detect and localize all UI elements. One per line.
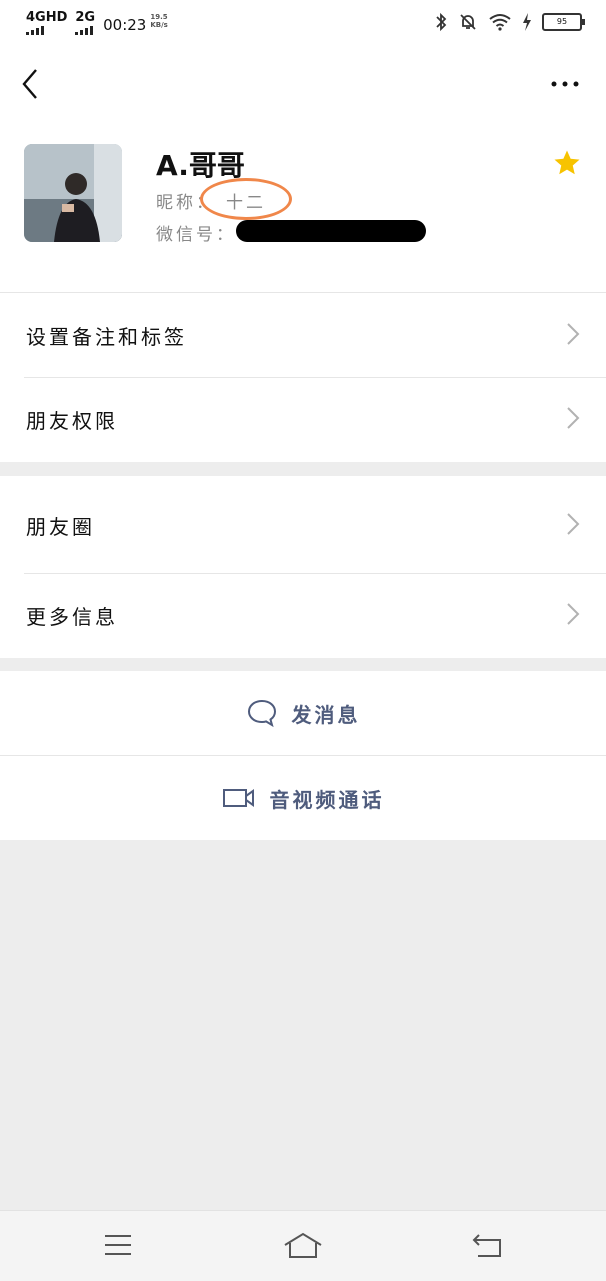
menu-item-label: 设置备注和标签: [26, 325, 187, 349]
signal-bars-icon: [75, 26, 94, 35]
menu-section-1: 设置备注和标签 朋友权限: [0, 292, 606, 462]
avatar-photo: [24, 144, 122, 242]
video-camera-icon: [222, 789, 254, 807]
network-speed-unit: KB/s: [150, 21, 168, 29]
profile-card: A.哥哥 昵称： 十二 微信号：: [0, 120, 606, 292]
battery-icon: 95: [542, 13, 585, 31]
chevron-right-icon: [567, 407, 580, 429]
video-call-button[interactable]: 音视频通话: [0, 756, 606, 840]
star-icon[interactable]: [552, 148, 582, 178]
chevron-right-icon: [567, 323, 580, 345]
redacted-wechat-id: [236, 220, 426, 242]
signal-2: 2G: [75, 10, 95, 35]
network-speed-value: 19.5: [150, 13, 168, 21]
network-speed: 19.5 KB/s: [150, 13, 167, 29]
network-type-2: 2G: [75, 10, 96, 25]
annotation-circle: [200, 178, 292, 220]
menu-section-2: 朋友圈 更多信息: [0, 476, 606, 658]
status-bar: 4GHD 2G 00:23 19.5 KB/s 95: [0, 0, 606, 50]
wifi-icon: [489, 14, 511, 31]
chevron-right-icon: [567, 603, 580, 625]
home-icon[interactable]: [282, 1231, 324, 1261]
system-nav-bar: [0, 1210, 606, 1281]
charging-icon: [523, 13, 531, 31]
menu-item-moments[interactable]: 朋友圈: [0, 476, 606, 572]
avatar[interactable]: [24, 144, 122, 242]
menu-item-label: 更多信息: [26, 605, 118, 629]
status-left: 4GHD 2G 00:23 19.5 KB/s: [26, 10, 168, 35]
mute-bell-icon: [460, 14, 476, 30]
video-call-label: 音视频通话: [269, 787, 385, 812]
send-message-button[interactable]: 发消息: [0, 671, 606, 755]
network-type-1: 4GHD: [26, 10, 68, 25]
signal-1: 4GHD: [26, 10, 67, 35]
wechat-id-label: 微信号：: [156, 225, 236, 245]
back-icon[interactable]: [470, 1231, 504, 1259]
wechat-id-row: 微信号：: [156, 220, 236, 245]
top-bar: [0, 50, 606, 120]
menu-item-remark-tags[interactable]: 设置备注和标签: [0, 292, 606, 376]
menu-icon[interactable]: [102, 1231, 134, 1259]
clock: 00:23: [103, 16, 147, 34]
menu-item-more-info[interactable]: 更多信息: [0, 572, 606, 658]
status-right: 95: [434, 12, 585, 32]
bluetooth-icon: [436, 12, 447, 32]
menu-item-label: 朋友权限: [26, 409, 118, 433]
signal-bars-icon: [26, 26, 44, 35]
menu-item-friend-permissions[interactable]: 朋友权限: [0, 376, 606, 460]
back-arrow-icon[interactable]: [18, 66, 46, 102]
chevron-right-icon: [567, 513, 580, 535]
more-options-icon[interactable]: [550, 80, 580, 88]
send-message-label: 发消息: [291, 702, 361, 727]
chat-bubble-icon: [247, 699, 276, 728]
menu-item-label: 朋友圈: [26, 515, 95, 539]
